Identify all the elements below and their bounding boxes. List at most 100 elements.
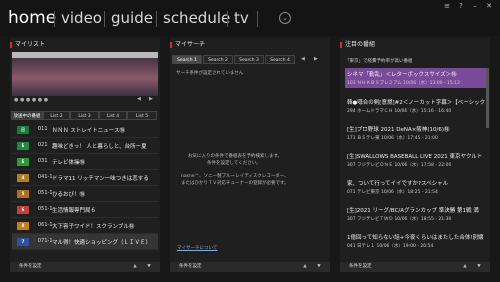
program-title: ひるおび！㊕ [52,192,86,198]
tab-search-1[interactable]: Search 1 [172,55,202,64]
featured-item-meta: 071 テレビ東京 10/06（水）18:25 - 21:54 [347,190,438,195]
program-title: ＮＮＮ ストレイトニュース㊕ [52,128,125,134]
hint-text: またはひかりＴＶ対応チューナーの登録が必要です。 [181,181,289,186]
featured-item-title: 家、ついて行ってイイですか?スペシャル [347,181,449,187]
channel-logo: 6 [17,206,29,214]
channel-logo: 4 [17,174,29,182]
mysearch-footer: 条件を設定 ▲ ▼ [170,262,330,272]
channel-row[interactable]: 6 051-1 生活情報専門局６ [12,202,158,218]
tab-search-3[interactable]: Search 3 [234,55,264,64]
channel-logo: E [17,158,29,166]
featured-item-meta: 041 日テレ１ 10/06（水）19:00 - 20:54 [347,244,434,249]
channel-row[interactable]: 5 051-1 ひるおび！㊕ [12,186,158,202]
channel-logo: 7 [17,238,29,246]
tv-preview[interactable] [12,52,158,96]
featured-item-meta: 294 ホームドラマＣＨ 10/06（水）15:16 - 16:40 [347,109,452,114]
empty-message: サーチ条件が設定されていません [176,71,244,76]
channel-list: 日 011 ＮＮＮ ストレイトニュース㊕ E 021 趣味どきっ！ 人と暮らしと、台所ー… [12,122,158,250]
mysearch-tabs: Search 1 Search 2 Search 3 Search 4 [172,55,296,64]
more-chevron-icon[interactable]: ⌄ [279,12,291,24]
tab-mylist-5[interactable]: List 5 [127,111,157,120]
channel-row[interactable]: 4 041-1 ドラマ11 リッチマン一味つきは恋する [12,170,158,186]
channel-number: 051-1 [38,190,53,196]
channel-row[interactable]: 日 011 ＮＮＮ ストレイトニュース㊕ [12,122,158,138]
tab-search-4[interactable]: Search 4 [265,55,295,64]
featured-item[interactable]: 韓●噂合の剣[意燃]#2＜ノーカット字幕＞【ベーシック 294 ホームドラマＣＨ… [345,96,487,116]
featured-item[interactable]: 家、ついて行ってイイですか?スペシャル 071 テレビ東京 10/06（水）18… [345,177,487,197]
featured-item[interactable]: [生]プロ野球 2021 DeNA×阪神(10/6)㊕ 171 ＢＳテレ東 10… [345,123,487,143]
featured-item-title: [生]2021 リーグ/BC/Aグランカップ 準決勝 第1戦 満 [347,208,479,214]
nav-separator [257,11,258,27]
next-icon[interactable]: ▶ [149,96,153,102]
help-icon[interactable]: ? [454,2,468,10]
nav-tv[interactable]: tv [234,9,249,27]
channel-number: 051-1 [38,206,53,212]
featured-item-meta: 103 ＮＨＫＢＳプレミアム 10/06（水）13:00 - 15:12 [347,81,461,86]
featured-item-title: 1億回って知らない話+今夜くらいはまたした合体!別嬢 [347,235,484,241]
scroll-up-icon[interactable]: ▲ [128,262,142,272]
nav-separator [54,11,55,27]
featured-item-meta: 171 ＢＳテレ東 10/06（水）17:45 - 21:00 [347,136,438,141]
scroll-up-icon[interactable]: ▲ [298,262,312,272]
featured-footer: 条件を設定 ▲ ▼ [340,262,490,272]
mysearch-title: マイサーチ [170,40,205,50]
tab-mylist-3[interactable]: List 3 [70,111,99,120]
channel-logo: 8 [17,222,29,230]
program-title: 大下容子ワイド！スクランブル㊕ [52,224,135,230]
featured-item[interactable]: [生]SWALLOWS BASEBALL LIVE 2021 東京ヤクルト 30… [345,150,487,170]
tab-mylist-4[interactable]: List 4 [99,111,127,120]
channel-logo: 5 [17,190,29,198]
mysearch-about-link[interactable]: マイサーチについて [177,245,217,251]
menu-icon[interactable]: ≡ [440,2,454,10]
program-title: 趣味どきっ！ 人と暮らしと、台所ー夏 [52,144,147,150]
tab-search-2[interactable]: Search 2 [203,55,233,64]
prev-search-icon[interactable]: ◀ [301,56,305,62]
featured-item[interactable]: [生]2021 リーグ/BC/Aグランカップ 準決勝 第1戦 満 307 フジテ… [345,204,487,224]
close-icon[interactable]: ✕ [482,2,496,10]
nav-home[interactable]: home [8,9,56,27]
hint-text: nasne™、ソニー製ブルーレイディスクレコーダー、 [181,174,289,179]
tab-mylist-2[interactable]: List 2 [43,111,70,120]
nav-video[interactable]: video [61,9,102,27]
preview-pager-dots[interactable]: ● ● ● ● ● ● [14,97,48,103]
program-title: 生活情報専門局６ [52,208,97,214]
program-title: テレビ体操㊕ [52,160,86,166]
prev-icon[interactable]: ◀ [137,96,141,102]
scroll-up-icon[interactable]: ▲ [458,262,472,272]
featured-set-condition-button[interactable]: 条件を設定 [349,262,372,272]
channel-number: 011 [38,126,48,132]
channel-row[interactable]: E 031 テレビ体操㊕ [12,154,158,170]
mylist-title: マイリスト [10,40,45,50]
featured-item[interactable]: 1億回って知らない話+今夜くらいはまたした合体!別嬢 041 日テレ１ 10/0… [345,231,487,251]
featured-item[interactable]: シネマ「勤乱」＜レターボックスサイズ＞㊕ 103 ＮＨＫＢＳプレミアム 10/0… [345,68,487,88]
nav-schedule[interactable]: schedule [163,9,230,27]
featured-item-meta: 307 フジテレビＴＷＯ 10/06（水）18:55 - 21:30 [347,217,452,222]
minimize-icon[interactable]: – [468,2,482,10]
mylist-set-condition-button[interactable]: 条件を設定 [19,262,42,272]
featured-item-title: 韓●噂合の剣[意燃]#2＜ノーカット字幕＞【ベーシック [347,100,485,106]
top-nav: home video guide schedule tv ⌄ ≡? – ✕ [0,0,500,36]
scroll-down-icon[interactable]: ▼ [472,262,486,272]
channel-row[interactable]: E 021 趣味どきっ！ 人と暮らしと、台所ー夏 [12,138,158,154]
window-controls: ≡? – ✕ [440,2,496,10]
preview-strip [12,52,158,58]
mysearch-set-condition-button[interactable]: 条件を設定 [179,262,202,272]
channel-row[interactable]: 8 061-1 大下容子ワイド！スクランブル㊕ [12,218,158,234]
tab-mylist-1[interactable]: 放送中の番組 [11,111,43,120]
mylist-footer: 条件を設定 ▲ ▼ [10,262,160,272]
scroll-down-icon[interactable]: ▼ [142,262,156,272]
hint-text: お気に入りの条件で番組表を予約検索します。 [188,154,283,159]
program-title: ドラマ11 リッチマン一味つきは恋する [52,176,149,182]
next-search-icon[interactable]: ▶ [314,56,318,62]
featured-item-meta: 307 フジテレビＯＮＥ 10/06（水）17:58 - 22:00 [347,163,452,168]
scroll-down-icon[interactable]: ▼ [312,262,326,272]
channel-number: 071-1 [38,238,53,244]
channel-row[interactable]: 7 071-1 マル得！快適ショッピング（ＬＩＶＥ） [12,234,158,250]
nav-guide[interactable]: guide [111,9,153,27]
channel-logo: 日 [17,126,29,134]
mylist-tabs: 放送中の番組 List 2 List 3 List 4 List 5 [11,111,157,120]
featured-title: 注目の番組 [340,40,375,50]
hint-text: 条件を設定してください。 [207,161,261,166]
featured-item-title: [生]SWALLOWS BASEBALL LIVE 2021 東京ヤクルト [347,154,483,160]
featured-scrollbar[interactable] [486,68,489,128]
